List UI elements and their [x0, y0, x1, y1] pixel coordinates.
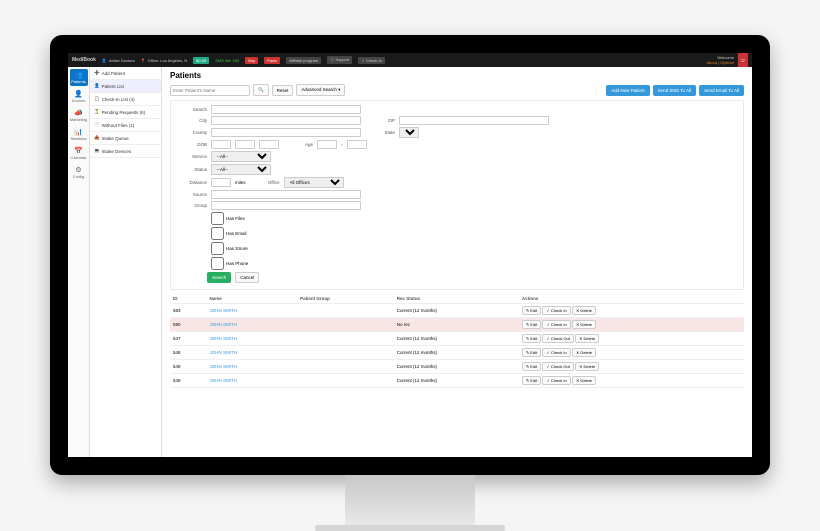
support-link[interactable]: ⓘ Support [327, 56, 352, 64]
checkin-button[interactable]: ✓ Check-In [358, 57, 384, 64]
distance-input[interactable] [211, 178, 231, 187]
office-select[interactable]: All Offices [284, 177, 344, 188]
reset-button[interactable]: Reset [272, 85, 294, 96]
status-select[interactable]: --All-- [211, 164, 271, 175]
patients-subnav: ➕Add Patient👤Patient List📋Check-In List … [90, 67, 162, 457]
state-select[interactable] [399, 127, 419, 138]
sms-left: SMS left: 250 [215, 58, 239, 63]
rail-config[interactable]: ⚙Config [70, 164, 88, 181]
active-doctors[interactable]: 👤 Active Doctors [102, 58, 135, 63]
subnav-item[interactable]: 📋Check-In List (4) [90, 93, 161, 106]
topbar: MediBook 👤 Active Doctors 📍 Office: Los … [68, 53, 752, 67]
brand-logo: MediBook [72, 57, 96, 63]
delete-button[interactable]: ✕ Delete [572, 306, 596, 315]
subnav-item[interactable]: 💻Intake Devices [90, 145, 161, 158]
add-patient-button[interactable]: Add New Patient [606, 85, 650, 96]
edit-button[interactable]: ✎ Edit [522, 362, 541, 371]
table-row: 548JOHN SMITHCurrent (12 months)✎ Edit ✓… [170, 346, 744, 360]
edit-button[interactable]: ✎ Edit [522, 320, 541, 329]
service-select[interactable]: --All-- [211, 151, 271, 162]
panic-button[interactable]: Panic [264, 57, 280, 64]
dob-m[interactable] [235, 140, 255, 149]
adv-search-input[interactable] [211, 105, 361, 114]
dob-y[interactable] [259, 140, 279, 149]
rail-marketing[interactable]: 📣Marketing [70, 107, 88, 124]
checkin-button[interactable]: ✓ Check In [542, 320, 570, 329]
zip-input[interactable] [399, 116, 549, 125]
send-sms-button[interactable]: Send SMS To All [653, 85, 696, 96]
has-email-check[interactable] [211, 227, 224, 240]
delete-button[interactable]: ✕ Delete [572, 348, 596, 357]
subnav-item[interactable]: 📄Without Files (1) [90, 119, 161, 132]
county-input[interactable] [211, 128, 361, 137]
has-phone-check[interactable] [211, 257, 224, 270]
user-menu[interactable]: About | Options [707, 60, 735, 65]
city-input[interactable] [211, 116, 361, 125]
page-title: Patients [170, 71, 744, 80]
subnav-item[interactable]: ⏳Pending Requests (6) [90, 106, 161, 119]
patient-link[interactable]: JOHN SMITH [210, 308, 238, 313]
adv-search-button[interactable]: Search [207, 272, 231, 283]
search-input[interactable] [170, 85, 250, 96]
edit-button[interactable]: ✎ Edit [522, 376, 541, 385]
checkin-button[interactable]: ✓ Check Out [542, 362, 573, 371]
office-selector[interactable]: 📍 Office: Los Angeles, N [141, 58, 188, 63]
checkin-button[interactable]: ✓ Check Out [542, 334, 573, 343]
subnav-item[interactable]: 👤Patient List [90, 80, 161, 93]
balance-badge[interactable]: $0.00 [193, 57, 209, 64]
subnav-item[interactable]: 📥Intake Queue [90, 132, 161, 145]
subnav-item[interactable]: ➕Add Patient [90, 67, 161, 80]
rail-doctors[interactable]: 👤Doctors [70, 88, 88, 105]
table-row: 547JOHN SMITHCurrent (12 months)✎ Edit ✓… [170, 332, 744, 346]
checkin-button[interactable]: ✓ Check In [542, 376, 570, 385]
table-row: 583JOHN SMITHCurrent (12 months)✎ Edit ✓… [170, 304, 744, 318]
rail-patients[interactable]: 👥Patients [70, 69, 88, 86]
advanced-search-toggle[interactable]: Advanced Search ▾ [296, 84, 345, 96]
rail-statistics[interactable]: 📊Statistics [70, 126, 88, 143]
checkin-button[interactable]: ✓ Check In [542, 306, 570, 315]
table-row: 549JOHN SMITHCurrent (12 months)✎ Edit ✓… [170, 360, 744, 374]
has-files-check[interactable] [211, 212, 224, 225]
delete-button[interactable]: ✕ Delete [572, 320, 596, 329]
edit-button[interactable]: ✎ Edit [522, 306, 541, 315]
adv-cancel-button[interactable]: Cancel [235, 272, 259, 283]
group-input[interactable] [211, 201, 361, 210]
patient-link[interactable]: JOHN SMITH [210, 378, 238, 383]
power-icon[interactable]: ⏻ [738, 53, 748, 67]
patients-table: IDNamePatient GroupRec StatusActions 583… [170, 294, 744, 388]
table-row: 590JOHN SMITHNo rec✎ Edit ✓ Check In ✕ D… [170, 318, 744, 332]
main-nav-rail: 👥Patients 👤Doctors 📣Marketing 📊Statistics 📅C… [68, 67, 90, 457]
patient-link[interactable]: JOHN SMITH [210, 336, 238, 341]
delete-button[interactable]: ✕ Delete [572, 376, 596, 385]
edit-button[interactable]: ✎ Edit [522, 334, 541, 343]
source-input[interactable] [211, 190, 361, 199]
search-icon-button[interactable]: 🔍 [253, 84, 269, 96]
buy-button[interactable]: Buy [245, 57, 258, 64]
delete-button[interactable]: ✕ Delete [575, 362, 599, 371]
checkin-button[interactable]: ✓ Check In [542, 348, 570, 357]
table-row: 549JOHN SMITHCurrent (12 months)✎ Edit ✓… [170, 374, 744, 388]
has-secure-check[interactable] [211, 242, 224, 255]
patient-link[interactable]: JOHN SMITH [210, 350, 238, 355]
send-email-button[interactable]: Send Email To All [699, 85, 744, 96]
advanced-search-panel: Search CityZIP CountyState DOBAge- Servi… [170, 100, 744, 290]
delete-button[interactable]: ✕ Delete [575, 334, 599, 343]
age-to[interactable] [347, 140, 367, 149]
edit-button[interactable]: ✎ Edit [522, 348, 541, 357]
rail-calendar[interactable]: 📅Calendar [70, 145, 88, 162]
patient-link[interactable]: JOHN SMITH [210, 364, 238, 369]
affiliate-link[interactable]: Affiliate program [286, 57, 321, 64]
age-from[interactable] [317, 140, 337, 149]
patient-link[interactable]: JOHN SMITH [210, 322, 238, 327]
dob-d[interactable] [211, 140, 231, 149]
